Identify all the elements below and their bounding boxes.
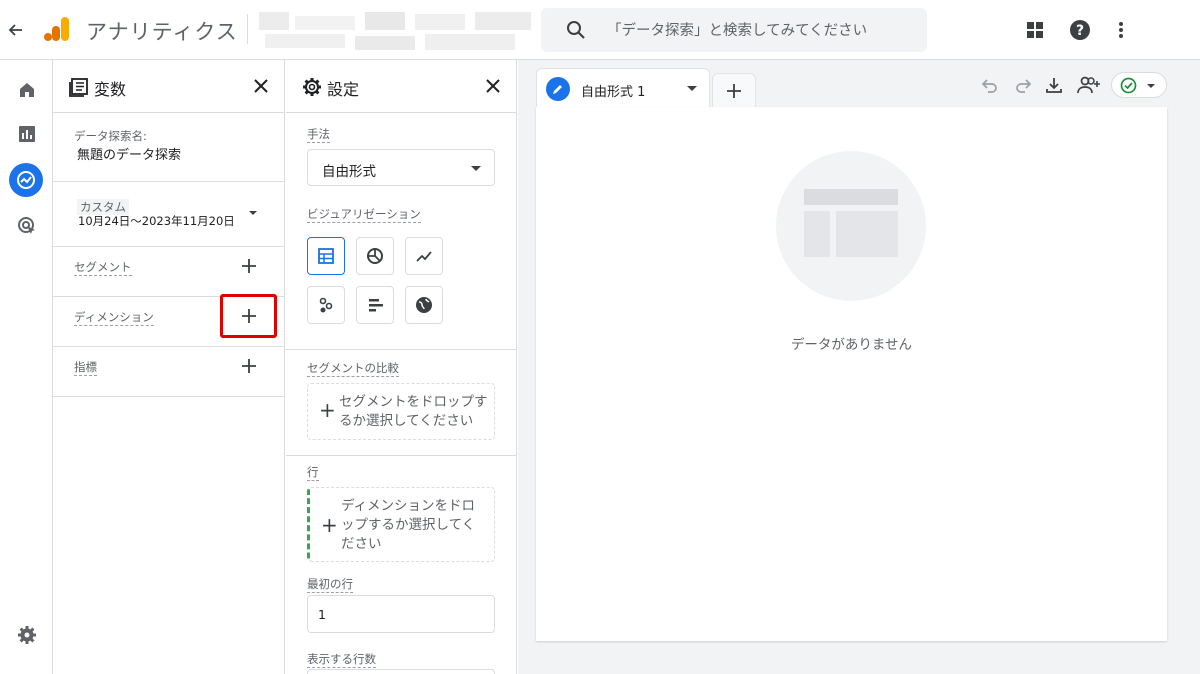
dimension-add-highlight-box [220, 294, 277, 338]
settings-gear-icon [301, 76, 323, 98]
settings-panel: 設定 手法 自由形式 ビジュアリゼーション セグメントの比較 + セグメントをド… [286, 60, 517, 674]
close-settings-icon[interactable] [482, 75, 504, 97]
top-bar: アナリティクス 「データ探索」と検索してみてください ? [0, 0, 1200, 60]
exploration-name-value[interactable]: 無題のデータ探索 [77, 144, 181, 163]
left-navigation [0, 60, 53, 674]
segment-drop-plus-icon: + [319, 398, 336, 422]
undo-icon[interactable] [979, 74, 1001, 96]
redo-icon[interactable] [1012, 74, 1034, 96]
first-row-input[interactable]: 1 [307, 595, 495, 633]
help-icon[interactable]: ? [1068, 18, 1092, 42]
viz-geo-map-icon[interactable] [405, 286, 443, 324]
settings-title: 設定 [327, 80, 360, 99]
segments-section: セグメント [53, 247, 284, 297]
plus-icon [727, 83, 741, 98]
explore-icon[interactable] [9, 163, 43, 197]
variables-title: 変数 [94, 80, 127, 99]
reports-icon[interactable] [14, 121, 40, 147]
variables-list-icon [68, 76, 90, 98]
status-dropdown-caret-icon [1147, 84, 1155, 88]
close-variables-icon[interactable] [250, 75, 272, 97]
search-placeholder: 「データ探索」と検索してみてください [607, 23, 868, 39]
canvas-area: 自由形式 1 データがありません [518, 60, 1200, 674]
download-icon[interactable] [1043, 74, 1065, 96]
add-metric-plus-icon[interactable] [240, 357, 258, 375]
technique-select[interactable]: 自由形式 [307, 149, 495, 186]
exploration-canvas: データがありません [536, 107, 1167, 641]
segment-compare-label: セグメントの比較 [307, 361, 399, 377]
metrics-section: 指標 [53, 347, 284, 397]
segment-drop-zone[interactable]: + セグメントをドロップす るか選択してください [307, 383, 495, 440]
tab-dropdown-caret-icon[interactable] [687, 86, 697, 91]
divider [286, 455, 516, 456]
rows-drop-plus-icon: + [321, 513, 338, 537]
segments-label: セグメント [74, 260, 132, 276]
tab-label: 自由形式 1 [581, 85, 646, 100]
rows-drop-zone[interactable]: + ディメンションをドロ ップするか選択してく ださい [307, 487, 495, 562]
divider [286, 349, 516, 350]
edit-pencil-icon[interactable] [546, 77, 570, 101]
empty-state-message: データがありません [790, 337, 913, 353]
tab-freeform-1[interactable]: 自由形式 1 [536, 68, 710, 108]
rows-drop-text-3: ださい [341, 536, 382, 552]
exploration-name-section[interactable]: データ探索名: 無題のデータ探索 [53, 113, 284, 182]
save-status-pill[interactable] [1111, 72, 1167, 98]
advertising-icon[interactable] [14, 213, 40, 239]
technique-label: 手法 [307, 127, 330, 143]
segment-drop-text-2: るか選択してください [339, 413, 474, 429]
first-row-value: 1 [318, 607, 326, 622]
variables-panel: 変数 データ探索名: 無題のデータ探索 カスタム 10月24日～2023年11月… [53, 60, 285, 674]
analytics-logo-icon[interactable] [43, 15, 71, 43]
add-tab-button[interactable] [712, 73, 756, 107]
viz-donut-icon[interactable] [356, 237, 394, 275]
rows-to-show-input[interactable] [307, 669, 495, 674]
viz-table-icon[interactable] [307, 237, 345, 275]
more-vert-icon[interactable] [1109, 18, 1133, 42]
segment-drop-text-1: セグメントをドロップす [339, 394, 488, 410]
rows-to-show-label: 表示する行数 [307, 652, 376, 668]
metrics-label: 指標 [74, 360, 97, 376]
title-divider [247, 14, 248, 44]
admin-gear-icon[interactable] [14, 622, 40, 648]
svg-text:?: ? [1076, 23, 1084, 39]
viz-bar-chart-icon[interactable] [356, 286, 394, 324]
share-add-person-icon[interactable] [1076, 74, 1102, 96]
check-circle-icon [1120, 77, 1137, 94]
rows-label: 行 [307, 465, 319, 481]
rows-drop-text-2: ップするか選択してく [341, 517, 476, 533]
date-range-section[interactable]: カスタム 10月24日～2023年11月20日 [53, 182, 284, 247]
visualization-label: ビジュアリゼーション [307, 207, 421, 223]
home-icon[interactable] [14, 77, 40, 103]
viz-scatter-icon[interactable] [307, 286, 345, 324]
settings-header: 設定 [286, 60, 516, 113]
date-dropdown-caret-icon[interactable] [249, 211, 257, 215]
technique-dropdown-caret-icon [471, 166, 481, 171]
exploration-name-label: データ探索名: [74, 129, 147, 143]
search-icon [565, 19, 587, 41]
add-segment-plus-icon[interactable] [240, 257, 258, 275]
first-row-label: 最初の行 [307, 577, 353, 593]
date-range-value: 10月24日～2023年11月20日 [78, 214, 235, 228]
search-box[interactable]: 「データ探索」と検索してみてください [541, 8, 927, 52]
account-selector-blurred[interactable] [255, 8, 535, 54]
back-arrow-icon[interactable] [4, 18, 28, 42]
apps-grid-icon[interactable] [1023, 18, 1047, 42]
empty-table-illustration-icon [776, 151, 926, 301]
viz-line-chart-icon[interactable] [405, 237, 443, 275]
variables-header: 変数 [53, 60, 284, 113]
rows-drop-text-1: ディメンションをドロ [341, 498, 476, 514]
app-title: アナリティクス [86, 20, 238, 44]
dimensions-label: ディメンション [74, 310, 154, 326]
technique-value: 自由形式 [322, 164, 376, 180]
